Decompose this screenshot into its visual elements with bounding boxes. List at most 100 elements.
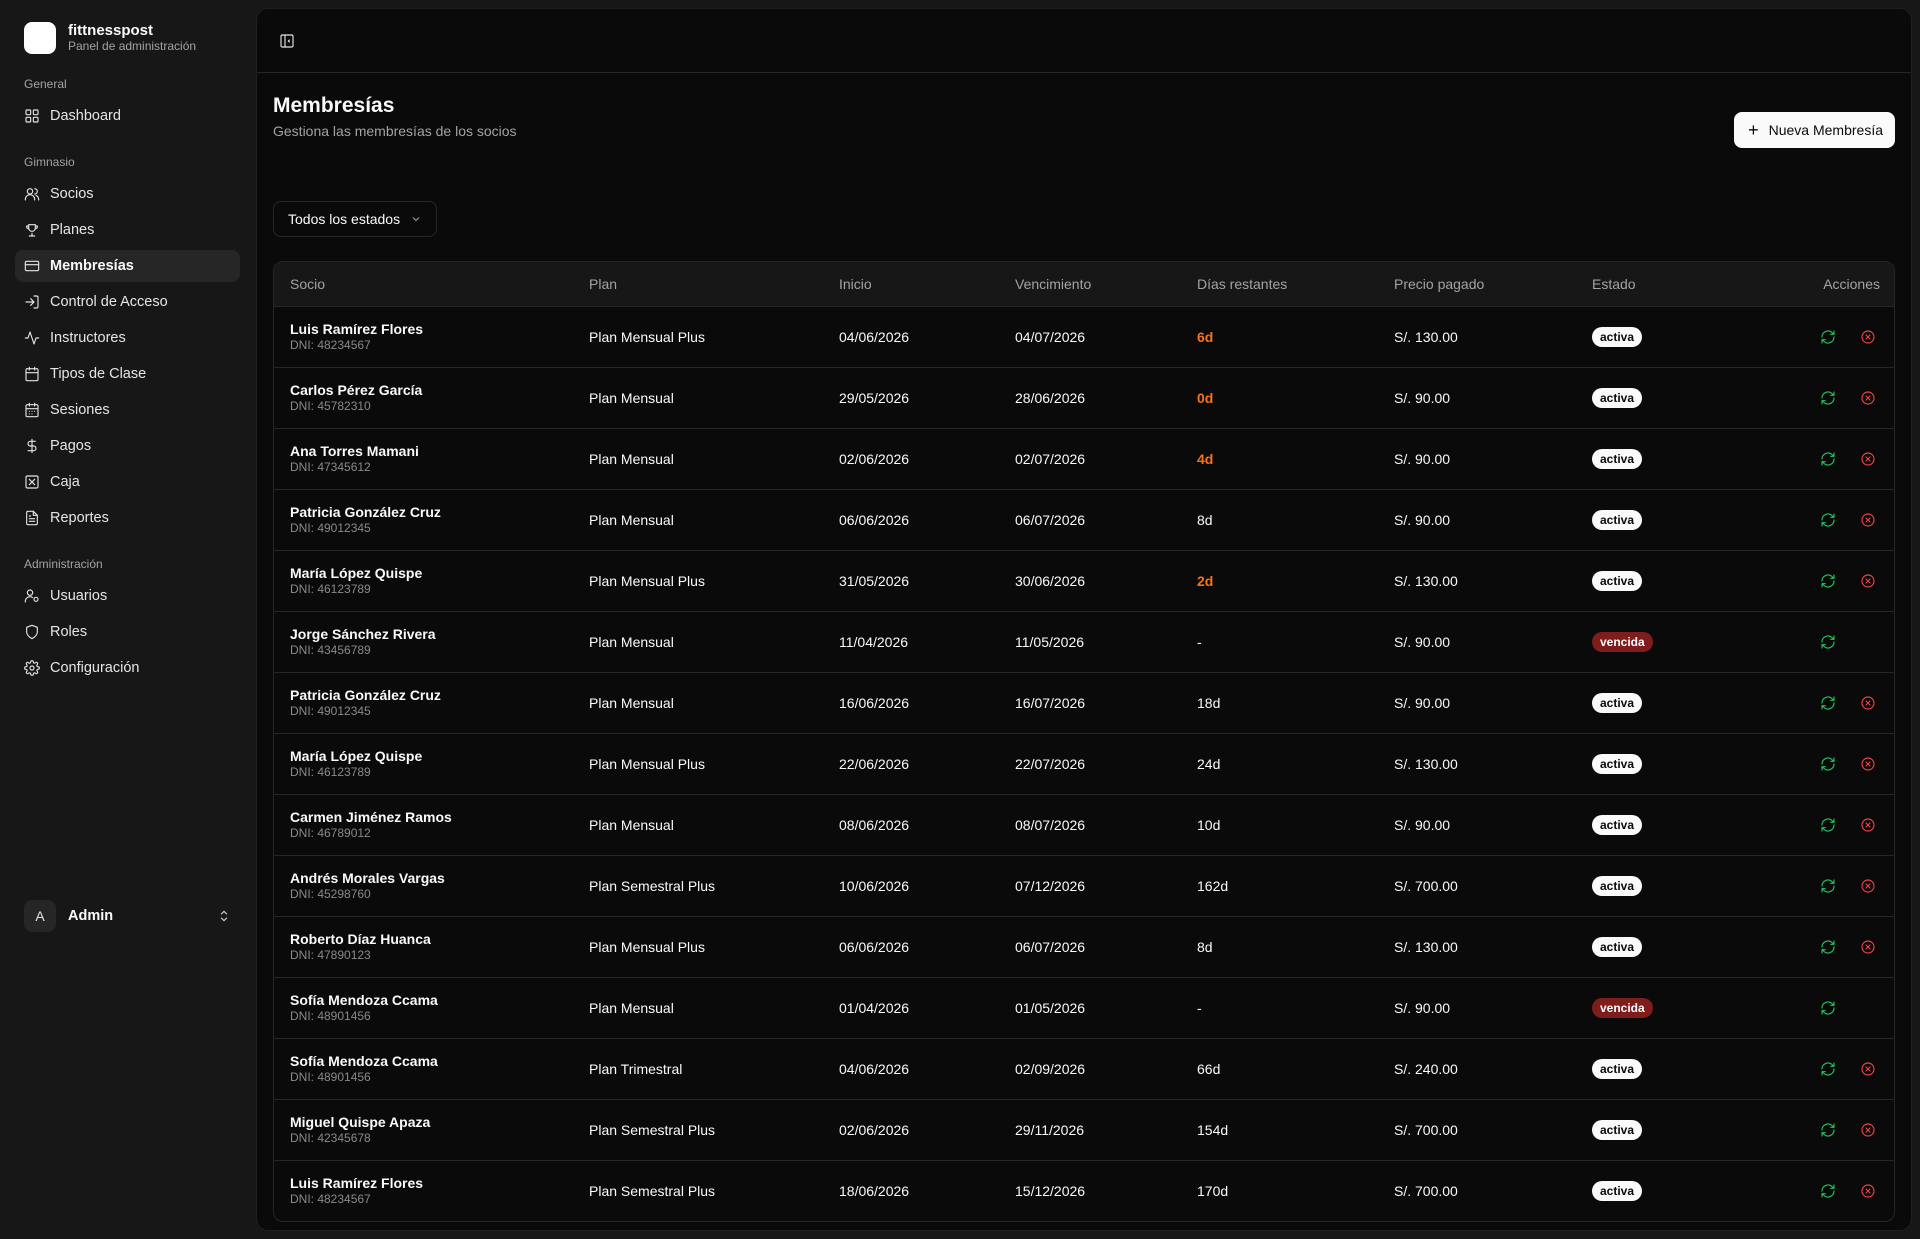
table-row[interactable]: María López Quispe DNI: 46123789 Plan Me… bbox=[274, 550, 1894, 611]
cancel-icon[interactable] bbox=[1856, 569, 1880, 593]
main-panel: Membresías Gestiona las membresías de lo… bbox=[256, 8, 1912, 1231]
days-remaining: - bbox=[1197, 999, 1202, 1016]
renew-icon[interactable] bbox=[1816, 1118, 1840, 1142]
sidebar-item-label: Pagos bbox=[50, 438, 92, 454]
cancel-icon[interactable] bbox=[1856, 813, 1880, 837]
status-badge: activa bbox=[1592, 1180, 1643, 1201]
renew-icon[interactable] bbox=[1816, 325, 1840, 349]
end-date-cell: 07/12/2026 bbox=[1015, 877, 1086, 894]
plan-cell: Plan Mensual Plus bbox=[589, 328, 705, 345]
renew-icon[interactable] bbox=[1816, 447, 1840, 471]
table-row[interactable]: Andrés Morales Vargas DNI: 45298760 Plan… bbox=[274, 855, 1894, 916]
cancel-icon[interactable] bbox=[1856, 1057, 1880, 1081]
sidebar-item-reportes[interactable]: Reportes bbox=[15, 502, 240, 534]
member-name: María López Quispe bbox=[290, 747, 423, 764]
sidebar-item-sesiones[interactable]: Sesiones bbox=[15, 394, 240, 426]
chevrons-up-down-icon bbox=[220, 910, 228, 922]
cancel-icon[interactable] bbox=[1856, 691, 1880, 715]
price-cell: S/. 130.00 bbox=[1394, 328, 1458, 345]
start-date-cell: 02/06/2026 bbox=[839, 450, 910, 467]
renew-icon[interactable] bbox=[1816, 691, 1840, 715]
end-date-cell: 30/06/2026 bbox=[1015, 572, 1086, 589]
sidebar-item-instructores[interactable]: Instructores bbox=[15, 322, 240, 354]
cancel-icon[interactable] bbox=[1856, 1179, 1880, 1203]
table-row[interactable]: Luis Ramírez Flores DNI: 48234567 Plan S… bbox=[274, 1160, 1894, 1221]
renew-icon[interactable] bbox=[1816, 1179, 1840, 1203]
new-membership-button[interactable]: + Nueva Membresía bbox=[1734, 112, 1895, 148]
renew-icon[interactable] bbox=[1816, 1057, 1840, 1081]
sidebar-item-label: Dashboard bbox=[50, 108, 121, 124]
cancel-icon[interactable] bbox=[1856, 874, 1880, 898]
cancel-icon[interactable] bbox=[1856, 386, 1880, 410]
table-row[interactable]: Carlos Pérez García DNI: 45782310 Plan M… bbox=[274, 367, 1894, 428]
sidebar-item-usuarios[interactable]: Usuarios bbox=[15, 580, 240, 612]
renew-icon[interactable] bbox=[1816, 996, 1840, 1020]
table-row[interactable]: Patricia González Cruz DNI: 49012345 Pla… bbox=[274, 672, 1894, 733]
column-header-socio: Socio bbox=[290, 275, 326, 292]
member-name: Luis Ramírez Flores bbox=[290, 320, 424, 337]
table-row[interactable]: Miguel Quispe Apaza DNI: 42345678 Plan S… bbox=[274, 1099, 1894, 1160]
member-dni: DNI: 46123789 bbox=[290, 581, 371, 596]
new-membership-label: Nueva Membresía bbox=[1768, 122, 1883, 138]
sidebar-section-title: Administración bbox=[24, 557, 103, 571]
table-row[interactable]: María López Quispe DNI: 46123789 Plan Me… bbox=[274, 733, 1894, 794]
start-date-cell: 29/05/2026 bbox=[839, 389, 910, 406]
renew-icon[interactable] bbox=[1816, 630, 1840, 654]
table-row[interactable]: Carmen Jiménez Ramos DNI: 46789012 Plan … bbox=[274, 794, 1894, 855]
table-row[interactable]: Roberto Díaz Huanca DNI: 47890123 Plan M… bbox=[274, 916, 1894, 977]
end-date-cell: 29/11/2026 bbox=[1015, 1121, 1085, 1138]
member-name: Patricia González Cruz bbox=[290, 503, 441, 520]
sidebar-item-planes[interactable]: Planes bbox=[15, 214, 240, 246]
sidebar-item-configuracion[interactable]: Configuración bbox=[15, 652, 240, 684]
cancel-icon[interactable] bbox=[1856, 752, 1880, 776]
sidebar-item-dashboard[interactable]: Dashboard bbox=[15, 100, 240, 132]
start-date-cell: 31/05/2026 bbox=[839, 572, 910, 589]
renew-icon[interactable] bbox=[1816, 386, 1840, 410]
calendar-days-icon bbox=[24, 402, 40, 418]
renew-icon[interactable] bbox=[1816, 569, 1840, 593]
end-date-cell: 06/07/2026 bbox=[1015, 938, 1086, 955]
sidebar-item-caja[interactable]: Caja bbox=[15, 466, 240, 498]
table-row[interactable]: Sofía Mendoza Ccama DNI: 48901456 Plan T… bbox=[274, 1038, 1894, 1099]
plan-cell: Plan Mensual Plus bbox=[589, 755, 705, 772]
sidebar-item-roles[interactable]: Roles bbox=[15, 616, 240, 648]
sidebar-toggle-button[interactable] bbox=[273, 27, 301, 55]
plan-cell: Plan Mensual bbox=[589, 389, 674, 406]
price-cell: S/. 130.00 bbox=[1394, 572, 1458, 589]
sidebar-item-pagos[interactable]: Pagos bbox=[15, 430, 240, 462]
cancel-icon[interactable] bbox=[1856, 508, 1880, 532]
renew-icon[interactable] bbox=[1816, 874, 1840, 898]
member-dni: DNI: 43456789 bbox=[290, 642, 371, 657]
sidebar-item-tipos-de-clase[interactable]: Tipos de Clase bbox=[15, 358, 240, 390]
table-row[interactable]: Patricia González Cruz DNI: 49012345 Pla… bbox=[274, 489, 1894, 550]
price-cell: S/. 90.00 bbox=[1394, 450, 1451, 467]
status-filter-value: Todos los estados bbox=[288, 211, 401, 227]
table-row[interactable]: Sofía Mendoza Ccama DNI: 48901456 Plan M… bbox=[274, 977, 1894, 1038]
sidebar-item-socios[interactable]: Socios bbox=[15, 178, 240, 210]
cancel-icon[interactable] bbox=[1856, 935, 1880, 959]
sidebar-item-control-de-acceso[interactable]: Control de Acceso bbox=[15, 286, 240, 318]
renew-icon[interactable] bbox=[1816, 508, 1840, 532]
table-row[interactable]: Jorge Sánchez Rivera DNI: 43456789 Plan … bbox=[274, 611, 1894, 672]
table-row[interactable]: Luis Ramírez Flores DNI: 48234567 Plan M… bbox=[274, 306, 1894, 367]
status-filter-select[interactable]: Todos los estados bbox=[273, 201, 438, 237]
plus-icon: + bbox=[1748, 120, 1759, 140]
table-row[interactable]: Ana Torres Mamani DNI: 47345612 Plan Men… bbox=[274, 428, 1894, 489]
brand[interactable]: fittnesspost Panel de administración bbox=[15, 16, 240, 64]
cancel-icon[interactable] bbox=[1856, 325, 1880, 349]
renew-icon[interactable] bbox=[1816, 935, 1840, 959]
renew-icon[interactable] bbox=[1816, 813, 1840, 837]
user-menu[interactable]: A Admin bbox=[15, 896, 240, 936]
activity-icon bbox=[24, 330, 40, 346]
sidebar-item-membresias[interactable]: Membresías bbox=[15, 250, 240, 282]
member-dni: DNI: 48234567 bbox=[290, 337, 371, 352]
renew-icon[interactable] bbox=[1816, 752, 1840, 776]
cancel-icon[interactable] bbox=[1856, 447, 1880, 471]
cancel-icon[interactable] bbox=[1856, 1118, 1880, 1142]
days-remaining: 0d bbox=[1197, 389, 1214, 406]
status-badge: activa bbox=[1592, 509, 1643, 530]
column-header-vencimiento: Vencimiento bbox=[1015, 275, 1092, 292]
price-cell: S/. 700.00 bbox=[1394, 1182, 1458, 1199]
days-remaining: 154d bbox=[1197, 1121, 1229, 1138]
plan-cell: Plan Mensual bbox=[589, 999, 674, 1016]
